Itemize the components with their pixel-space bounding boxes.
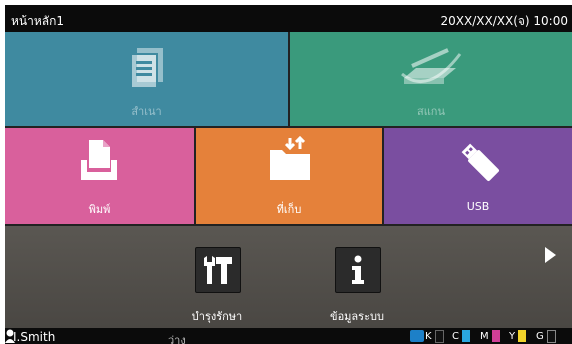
printer-screen: หน้าหลัก1 20XX/XX/XX(จ) 10:00 สำเนา สแกน…	[5, 5, 572, 344]
ink-refresh-icon	[410, 330, 424, 342]
scanner-icon	[401, 48, 462, 84]
copy-label: สำเนา	[131, 105, 162, 118]
usb-tile[interactable]: USB	[384, 128, 572, 224]
tools-panel: บำรุงรักษา ข้อมูลระบบ	[5, 226, 572, 328]
top-bar: หน้าหลัก1 20XX/XX/XX(จ) 10:00	[5, 5, 572, 32]
system-info-label: ข้อมูลระบบ	[330, 310, 384, 323]
info-icon	[352, 255, 364, 284]
maintenance-button[interactable]	[195, 247, 241, 293]
usb-drive-icon	[461, 143, 499, 181]
tools-icon	[204, 256, 232, 284]
ink-m: M	[480, 330, 500, 344]
user-name[interactable]: I.Smith	[13, 330, 55, 344]
print-tile[interactable]: พิมพ์	[5, 128, 194, 224]
print-label: พิมพ์	[88, 203, 111, 216]
print-tray-icon	[81, 140, 117, 180]
storage-label: ที่เก็บ	[276, 203, 302, 216]
status-bar: I.Smith ว่าง K C M Y G	[5, 328, 572, 344]
system-info-button[interactable]	[335, 247, 381, 293]
next-page-arrow-icon[interactable]	[543, 246, 557, 264]
ink-y: Y	[509, 330, 527, 344]
ink-g: G	[536, 330, 556, 344]
printer-state: ว่าง	[168, 334, 186, 344]
copy-tile[interactable]: สำเนา	[5, 32, 288, 126]
scan-label: สแกน	[417, 105, 445, 118]
folder-transfer-icon	[270, 136, 310, 180]
storage-tile[interactable]: ที่เก็บ	[196, 128, 382, 224]
usb-label: USB	[466, 200, 490, 213]
copy-document-icon	[130, 48, 163, 89]
home-title: หน้าหลัก1	[11, 14, 65, 28]
ink-c: C	[452, 330, 470, 344]
datetime: 20XX/XX/XX(จ) 10:00	[440, 14, 568, 28]
ink-k: K	[425, 330, 444, 344]
scan-tile[interactable]: สแกน	[290, 32, 572, 126]
maintenance-label: บำรุงรักษา	[191, 310, 243, 323]
